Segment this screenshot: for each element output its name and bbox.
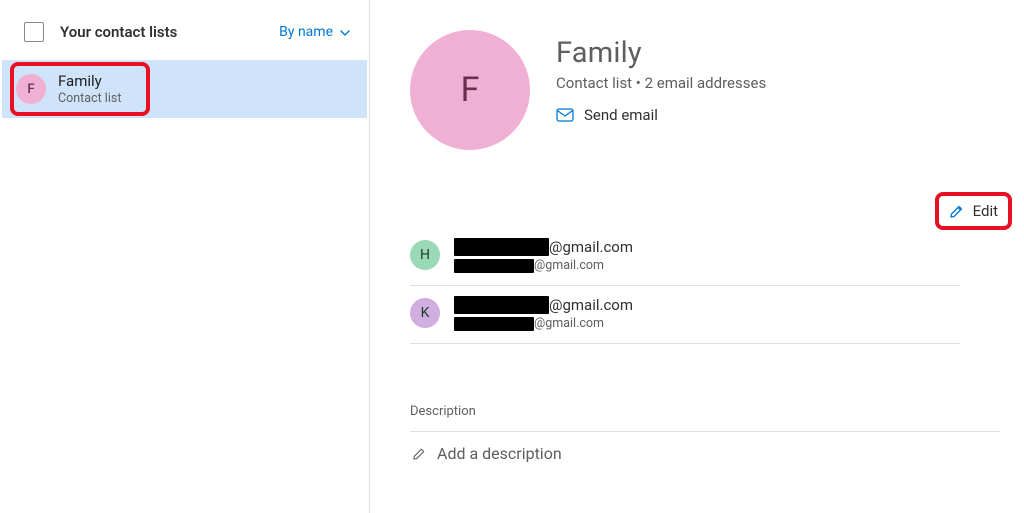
send-email-label: Send email [584, 106, 658, 124]
member-text: @gmail.com @gmail.com [454, 238, 633, 273]
member-email-domain: @gmail.com [549, 296, 633, 314]
detail-header: F Family Contact list • 2 email addresse… [410, 30, 1006, 150]
member-name-line: @gmail.com [454, 238, 633, 256]
member-avatar: H [410, 240, 440, 270]
detail-avatar: F [410, 30, 530, 150]
member-initial: H [420, 247, 430, 263]
mail-icon [556, 108, 574, 122]
sidebar-header: Your contact lists By name [0, 22, 369, 60]
list-item-avatar: F [16, 74, 46, 104]
member-initial: K [421, 305, 430, 321]
list-item-title: Family [58, 72, 121, 90]
detail-subtitle: Contact list • 2 email addresses [556, 74, 766, 92]
redacted-email [454, 259, 534, 273]
member-email-line: @gmail.com [454, 316, 633, 331]
description-section: Description Add a description [410, 404, 1006, 475]
sort-by-button[interactable]: By name [279, 24, 349, 40]
sidebar-title: Your contact lists [60, 23, 177, 41]
list-item-subtitle: Contact list [58, 91, 121, 106]
app-root: Your contact lists By name F Family Cont… [0, 0, 1024, 513]
pencil-icon [949, 203, 965, 219]
contact-list-item[interactable]: F Family Contact list [2, 60, 367, 118]
member-name-line: @gmail.com [454, 296, 633, 314]
sort-by-label: By name [279, 24, 333, 40]
member-email-line: @gmail.com [454, 258, 633, 273]
member-row[interactable]: H @gmail.com @gmail.com [410, 228, 960, 286]
edit-label: Edit [973, 202, 998, 220]
sidebar: Your contact lists By name F Family Cont… [0, 0, 370, 513]
list-item-text: Family Contact list [58, 72, 121, 106]
detail-header-text: Family Contact list • 2 email addresses … [556, 30, 766, 124]
edit-button[interactable]: Edit [945, 200, 1002, 222]
member-row[interactable]: K @gmail.com @gmail.com [410, 286, 960, 344]
redacted-email [454, 317, 534, 331]
description-input[interactable]: Add a description [410, 431, 1000, 475]
pencil-icon [412, 446, 427, 461]
description-placeholder: Add a description [437, 444, 562, 463]
redacted-name [454, 238, 549, 256]
member-email-sub: @gmail.com [534, 316, 604, 331]
member-list: H @gmail.com @gmail.com K [410, 228, 1006, 344]
detail-avatar-initial: F [461, 70, 480, 110]
send-email-button[interactable]: Send email [556, 106, 766, 124]
chevron-down-icon [339, 27, 349, 37]
description-label: Description [410, 404, 1006, 419]
member-avatar: K [410, 298, 440, 328]
member-email-domain: @gmail.com [549, 238, 633, 256]
list-item-initial: F [27, 82, 34, 97]
member-text: @gmail.com @gmail.com [454, 296, 633, 331]
annotation-highlight-box-edit: Edit [935, 192, 1012, 230]
select-all-checkbox[interactable] [24, 22, 44, 42]
detail-pane: F Family Contact list • 2 email addresse… [370, 0, 1024, 513]
detail-name: Family [556, 36, 766, 70]
member-email-sub: @gmail.com [534, 258, 604, 273]
redacted-name [454, 296, 549, 314]
